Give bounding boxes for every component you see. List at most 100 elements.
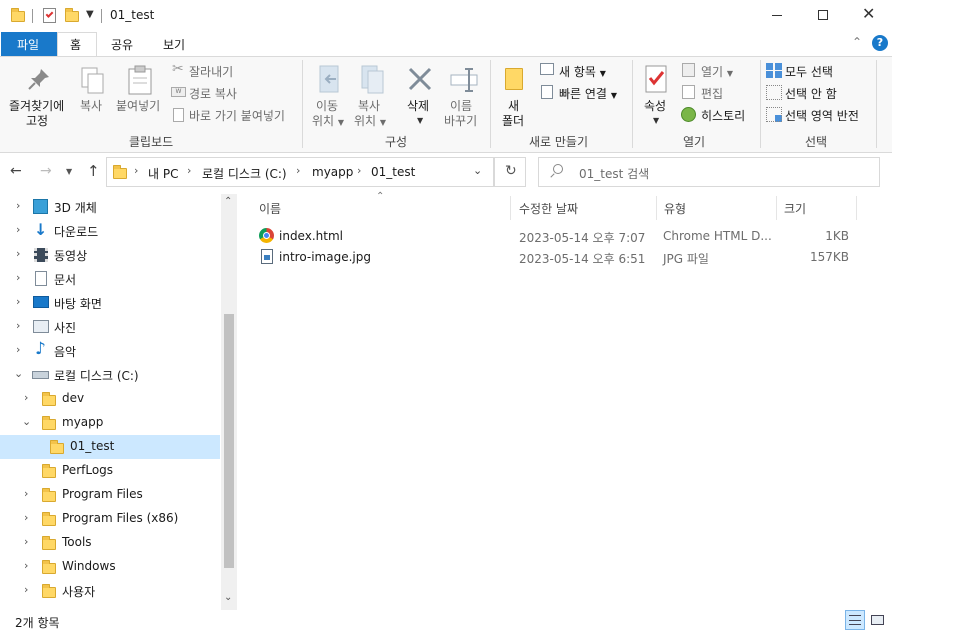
tree-item-documents[interactable]: 문서	[54, 271, 76, 288]
address-sep-icon[interactable]: ›	[296, 164, 300, 177]
address-sep-icon[interactable]: ›	[187, 164, 191, 177]
expand-chevron-icon[interactable]: ›	[24, 511, 28, 524]
ribbon-collapse-icon[interactable]: ⌃	[852, 35, 862, 49]
pin-quick-access-button[interactable]: 즐겨찾기에 고정	[4, 62, 74, 130]
copy-to-button[interactable]: 복사 위치 ▼	[350, 62, 394, 130]
expand-chevron-icon[interactable]: ›	[24, 535, 28, 548]
tree-item-windows[interactable]: Windows	[62, 559, 116, 573]
tab-home[interactable]: 홈	[57, 32, 97, 57]
select-none-button[interactable]: 선택 안 함	[764, 83, 864, 103]
column-header-size[interactable]: 크기	[784, 200, 806, 217]
new-item-button[interactable]: 새 항목 ▼	[538, 61, 618, 81]
collapse-chevron-icon[interactable]: ⌄	[14, 367, 23, 380]
expand-chevron-icon[interactable]: ›	[24, 487, 28, 500]
expand-chevron-icon[interactable]: ›	[16, 199, 20, 212]
details-view-button[interactable]	[845, 610, 865, 630]
move-to-button[interactable]: 이동 위치 ▼	[308, 62, 352, 130]
tab-share[interactable]: 공유	[103, 32, 145, 56]
maximize-button[interactable]	[800, 0, 846, 30]
tree-item-videos[interactable]: 동영상	[54, 247, 87, 264]
tab-file[interactable]: 파일	[1, 32, 57, 56]
paste-shortcut-button[interactable]: 바로 가기 붙여넣기	[170, 105, 295, 125]
expand-chevron-icon[interactable]: ›	[24, 391, 28, 404]
crumb-this-pc[interactable]: 내 PC	[148, 165, 178, 182]
delete-dropdown-icon[interactable]: ▼	[417, 116, 423, 125]
expand-chevron-icon[interactable]: ›	[16, 247, 20, 260]
nav-scrollbar[interactable]: ⌃ ⌄	[221, 194, 237, 610]
up-button[interactable]: ↑	[87, 162, 100, 180]
easy-access-button[interactable]: 빠른 연결 ▼	[538, 83, 628, 103]
tree-item-myapp[interactable]: myapp	[62, 415, 103, 429]
rename-button[interactable]: 이름 바꾸기	[442, 62, 484, 130]
column-separator[interactable]	[776, 196, 777, 220]
expand-chevron-icon[interactable]: ›	[16, 271, 20, 284]
search-box[interactable]: 01_test 검색	[538, 157, 880, 187]
address-sep-icon[interactable]: ›	[357, 164, 361, 177]
tree-item-pictures[interactable]: 사진	[54, 319, 76, 336]
large-icons-view-button[interactable]	[868, 610, 888, 630]
column-separator[interactable]	[856, 196, 857, 220]
back-button[interactable]: ←	[10, 163, 22, 179]
tree-item-music[interactable]: 음악	[54, 343, 76, 360]
forward-button[interactable]: →	[40, 163, 52, 179]
file-row[interactable]: index.html 2023-05-14 오후 7:07 Chrome HTM…	[250, 226, 856, 247]
crumb-myapp[interactable]: myapp	[312, 165, 353, 179]
tree-item-01-test[interactable]: 01_test	[70, 439, 114, 453]
history-icon	[681, 107, 696, 122]
copy-button[interactable]: 복사	[76, 62, 110, 130]
tree-item-downloads[interactable]: 다운로드	[54, 223, 98, 240]
scroll-up-icon[interactable]: ⌃	[224, 196, 232, 207]
tree-item-perflogs[interactable]: PerfLogs	[62, 463, 113, 477]
tree-item-local-disk[interactable]: 로컬 디스크 (C:)	[54, 367, 139, 384]
edit-button[interactable]: 편집	[680, 83, 750, 103]
tree-item-tools[interactable]: Tools	[62, 535, 92, 549]
tab-share-label: 공유	[111, 38, 134, 52]
paste-button[interactable]: 붙여넣기	[114, 62, 166, 130]
tree-item-program-files[interactable]: Program Files	[62, 487, 143, 501]
crumb-local-disk[interactable]: 로컬 디스크 (C:)	[202, 165, 287, 182]
delete-button[interactable]: 삭제 ▼	[402, 62, 438, 130]
column-header-name[interactable]: 이름	[259, 200, 281, 217]
crumb-01-test[interactable]: 01_test	[371, 165, 415, 179]
column-separator[interactable]	[510, 196, 511, 220]
close-button[interactable]: ✕	[846, 0, 892, 30]
customize-quick-access-icon[interactable]: ▼	[86, 9, 94, 20]
column-header-modified[interactable]: 수정한 날짜	[519, 200, 578, 217]
tree-item-desktop[interactable]: 바탕 화면	[54, 295, 102, 312]
address-history-dropdown-icon[interactable]: ⌄	[473, 164, 482, 177]
properties-dropdown-icon[interactable]: ▼	[653, 116, 659, 125]
invert-selection-button[interactable]: 선택 영역 반전	[764, 105, 874, 125]
refresh-button[interactable]: ↻	[494, 157, 526, 187]
properties-button[interactable]: 속성 ▼	[638, 62, 674, 130]
new-folder-quick-icon[interactable]	[65, 8, 79, 22]
column-separator[interactable]	[656, 196, 657, 220]
help-icon[interactable]: ?	[872, 35, 888, 51]
expand-chevron-icon[interactable]: ›	[16, 343, 20, 356]
collapse-chevron-icon[interactable]: ⌄	[22, 415, 31, 428]
properties-quick-icon[interactable]	[43, 8, 56, 23]
column-header-type[interactable]: 유형	[664, 200, 686, 217]
expand-chevron-icon[interactable]: ›	[24, 559, 28, 572]
tree-item-program-files-x86[interactable]: Program Files (x86)	[62, 511, 178, 525]
expand-chevron-icon[interactable]: ›	[24, 583, 28, 596]
tree-item-3d-objects[interactable]: 3D 개체	[54, 199, 97, 216]
minimize-button[interactable]	[754, 0, 800, 30]
expand-chevron-icon[interactable]: ›	[16, 223, 20, 236]
file-row[interactable]: intro-image.jpg 2023-05-14 오후 6:51 JPG 파…	[250, 247, 856, 268]
expand-chevron-icon[interactable]: ›	[16, 295, 20, 308]
recent-locations-button[interactable]: ▼	[66, 167, 72, 176]
copy-path-button[interactable]: W 경로 복사	[170, 83, 290, 103]
tree-item-users[interactable]: 사용자	[62, 583, 95, 600]
cut-button[interactable]: ✂ 잘라내기	[170, 61, 290, 81]
select-all-button[interactable]: 모두 선택	[764, 61, 864, 81]
open-button[interactable]: 열기 ▼	[680, 61, 750, 81]
history-label: 히스토리	[701, 109, 746, 123]
tab-view[interactable]: 보기	[155, 32, 197, 56]
new-folder-button[interactable]: 새 폴더	[496, 62, 532, 130]
scroll-down-icon[interactable]: ⌄	[224, 592, 232, 603]
history-button[interactable]: 히스토리	[680, 105, 760, 125]
tree-item-dev[interactable]: dev	[62, 391, 84, 405]
address-bar[interactable]: › 내 PC › 로컬 디스크 (C:) › myapp › 01_test ⌄	[106, 157, 494, 187]
scroll-thumb[interactable]	[224, 314, 234, 568]
expand-chevron-icon[interactable]: ›	[16, 319, 20, 332]
